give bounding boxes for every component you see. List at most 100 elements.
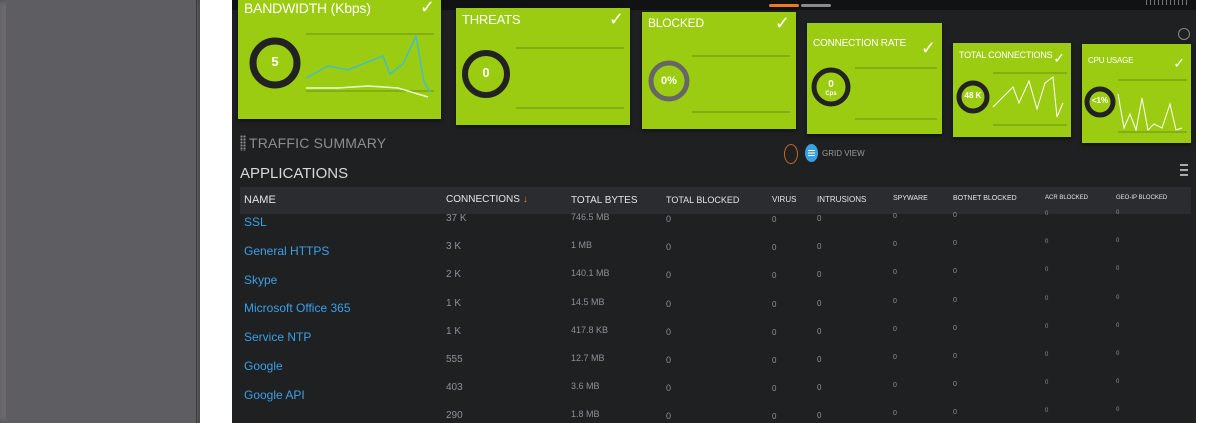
table-row[interactable]: Skype 2 K 140.1 MB 0 0 0 0 0 0 0 [240, 266, 1191, 300]
acr-cell: 0 [1045, 239, 1049, 246]
app-name-link[interactable]: Microsoft Office 365 [244, 301, 351, 315]
col-name[interactable]: NAME [244, 194, 276, 206]
col-spyware[interactable]: SPYWARE [893, 195, 928, 202]
connection-rate-unit: Cps [825, 91, 837, 97]
total-blocked-cell: 0 [666, 355, 672, 365]
grid-view-label[interactable]: GRID VIEW [822, 149, 865, 158]
col-botnet-blocked[interactable]: BOTNET BLOCKED [953, 195, 1017, 202]
acr-cell: 0 [1045, 295, 1049, 302]
blocked-card[interactable]: BLOCKED ✓ 0% [642, 12, 796, 129]
connections-cell: 290 [446, 410, 463, 422]
intrusions-cell: 0 [817, 355, 822, 364]
app-name-link[interactable]: Service NTP [244, 330, 311, 344]
bandwidth-title: BANDWIDTH (Kbps) [244, 0, 371, 16]
grid-view-icon[interactable] [805, 144, 818, 162]
spyware-cell: 0 [893, 213, 897, 220]
acr-cell: 0 [1045, 211, 1049, 217]
cpu-usage-value: <1% [1091, 96, 1109, 105]
virus-cell: 0 [772, 412, 777, 422]
app-name-link[interactable]: General HTTPS [244, 244, 329, 258]
total-bytes-cell: 746.5 MB [571, 212, 610, 222]
table-row[interactable]: Google API 403 3.6 MB 0 0 0 0 0 0 0 [240, 379, 1191, 415]
intrusions-cell: 0 [817, 411, 822, 421]
side-panel-inner [6, 0, 197, 423]
traffic-summary-title: TRAFFIC SUMMARY [249, 135, 387, 151]
table-row[interactable]: Service NTP 1 K 417.8 KB 0 0 0 0 0 0 0 [240, 323, 1191, 357]
bandwidth-value: 5 [271, 54, 279, 69]
menu-icon[interactable] [1180, 164, 1188, 176]
table-row[interactable]: 290 1.8 MB 0 0 0 0 0 0 0 [240, 407, 1191, 423]
acr-cell: 0 [1045, 267, 1049, 274]
settings-icon[interactable] [1178, 28, 1190, 40]
geoip-cell: 0 [1116, 322, 1120, 329]
geoip-cell: 0 [1116, 266, 1120, 273]
total-bytes-cell: 3.6 MB [571, 381, 600, 392]
check-icon: ✓ [1173, 55, 1185, 71]
col-total-blocked[interactable]: TOTAL BLOCKED [666, 195, 739, 205]
spyware-cell: 0 [893, 382, 897, 390]
connections-cell: 403 [446, 382, 463, 394]
app-name-link[interactable]: Google [244, 359, 283, 373]
total-blocked-cell: 0 [666, 298, 672, 309]
botnet-cell: 0 [953, 212, 957, 219]
sort-down-icon[interactable]: ↓ [523, 194, 528, 205]
table-row[interactable]: Google 555 12.7 MB 0 0 0 0 0 0 0 [240, 351, 1191, 386]
total-blocked-cell: 0 [666, 242, 672, 253]
drag-handle-icon[interactable] [240, 135, 246, 151]
total-bytes-cell: 12.7 MB [571, 353, 605, 363]
total-blocked-cell: 0 [666, 326, 672, 337]
connection-rate-title: CONNECTION RATE [813, 38, 906, 49]
app-name-link[interactable]: Skype [244, 273, 277, 287]
intrusions-cell: 0 [817, 270, 822, 280]
intrusions-cell: 0 [817, 214, 822, 223]
botnet-cell: 0 [953, 296, 957, 304]
app-name-link[interactable]: Google API [244, 388, 305, 402]
col-connections[interactable]: CONNECTIONS ↓ [446, 194, 528, 205]
col-geoip-blocked[interactable]: GEO-IP BLOCKED [1116, 195, 1167, 201]
app-name-link[interactable]: SSL [244, 215, 267, 229]
check-icon: ✓ [419, 0, 435, 17]
view-toggle[interactable]: GRID VIEW [784, 143, 874, 165]
blocked-title: BLOCKED [648, 16, 704, 30]
total-blocked-cell: 0 [666, 411, 672, 422]
col-connections-label: CONNECTIONS [446, 194, 520, 205]
intrusions-cell: 0 [817, 298, 822, 308]
check-icon: ✓ [774, 13, 790, 33]
intrusions-cell: 0 [817, 242, 822, 252]
cpu-usage-card[interactable]: CPU USAGE ✓ <1% [1082, 44, 1191, 143]
connections-cell: 1 K [446, 325, 462, 337]
col-total-bytes[interactable]: TOTAL BYTES [571, 195, 638, 206]
virus-cell: 0 [772, 356, 777, 365]
col-intrusions[interactable]: INTRUSIONS [817, 195, 866, 204]
connections-cell: 2 K [446, 269, 462, 281]
connections-cell: 555 [446, 354, 463, 365]
table-header: NAME CONNECTIONS ↓ TOTAL BYTES TOTAL BLO… [240, 187, 1191, 214]
total-connections-card[interactable]: TOTAL CONNECTIONS ✓ 48 K [953, 43, 1071, 137]
col-virus[interactable]: VIRUS [772, 195, 796, 204]
connection-rate-card[interactable]: CONNECTION RATE ✓ 0 Cps [807, 23, 942, 134]
blocked-value: 0% [661, 75, 677, 87]
side-panel [0, 0, 200, 423]
virus-cell: 0 [772, 243, 777, 253]
acr-cell: 0 [1045, 323, 1049, 330]
total-connections-value: 48 K [964, 91, 982, 100]
slide-indicator[interactable] [801, 4, 831, 7]
threats-card[interactable]: THREATS ✓ 0 [456, 8, 630, 125]
total-blocked-cell: 0 [666, 270, 672, 281]
col-acr-blocked[interactable]: ACR BLOCKED [1045, 195, 1088, 201]
connections-cell: 37 K [446, 213, 467, 224]
level-meter-icon [1146, 0, 1190, 5]
check-icon: ✓ [1053, 50, 1065, 66]
table-row[interactable]: Microsoft Office 365 1 K 14.5 MB 0 0 0 0 0 0 0 [240, 295, 1191, 329]
total-bytes-cell: 417.8 KB [571, 324, 609, 335]
botnet-cell: 0 [953, 240, 957, 248]
acr-cell: 0 [1045, 352, 1049, 358]
botnet-cell: 0 [953, 409, 957, 417]
slide-indicator-active[interactable] [769, 4, 799, 7]
bandwidth-card[interactable]: BANDWIDTH (Kbps) ✓ 5 [238, 0, 441, 119]
acr-cell: 0 [1045, 380, 1049, 387]
table-row[interactable]: SSL 37 K 746.5 MB 0 0 0 0 0 0 0 [240, 210, 1191, 243]
table-row[interactable]: General HTTPS 3 K 1 MB 0 0 0 0 0 0 0 [240, 238, 1191, 272]
total-blocked-cell: 0 [666, 214, 672, 224]
chart-view-icon[interactable] [784, 144, 798, 164]
